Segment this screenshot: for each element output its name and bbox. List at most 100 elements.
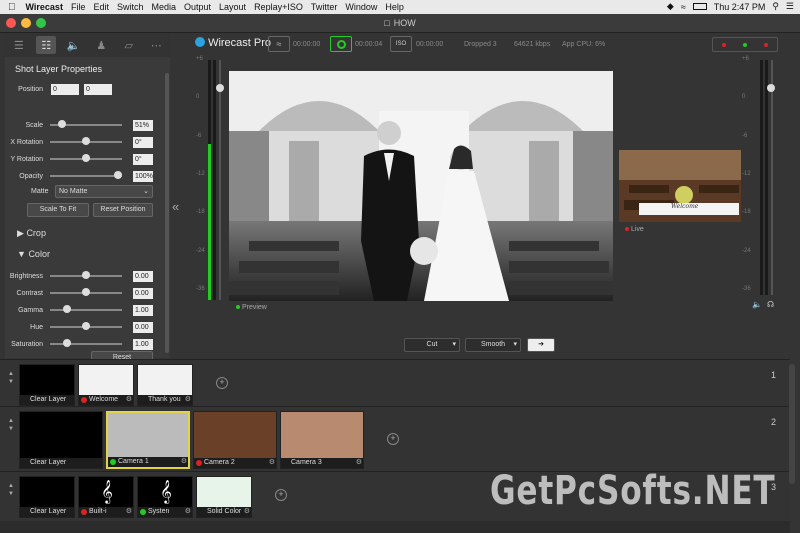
dropbox-icon[interactable]: ◆ [667,1,674,12]
slider-knob[interactable] [82,137,90,145]
color-section[interactable]: ▼ Color [17,249,50,259]
preview-volume-knob[interactable] [216,84,224,92]
cut-dropdown[interactable]: Cut ▾ [404,338,460,352]
slider-knob[interactable] [57,120,66,128]
matte-select[interactable]: No Matte ⌄ [55,185,153,198]
property-slider[interactable] [50,339,122,347]
shot-thumbnail[interactable]: 𝄞 Built-i ⚙ [78,476,134,518]
gear-icon[interactable]: ⚙ [269,458,275,468]
search-icon[interactable]: ⚲ [772,1,779,12]
menu-edit[interactable]: Edit [93,2,109,12]
transform-icon[interactable]: ▱ [119,36,139,54]
status-indicators[interactable] [712,37,778,52]
headphones-icon[interactable]: ☊ [767,300,774,309]
shot-thumbnail[interactable]: Camera 2 ⚙ [193,411,277,469]
property-slider[interactable] [50,120,122,128]
preview-monitor[interactable] [229,71,613,301]
speaker-icon[interactable]: 🔈 [752,300,762,309]
property-slider[interactable] [50,322,122,330]
shot-thumbnail[interactable]: Thank you ⚙ [137,364,193,406]
record-button[interactable] [330,36,352,52]
battery-icon[interactable] [692,3,707,10]
panel-scrollbar[interactable] [165,73,169,353]
menu-media[interactable]: Media [151,2,176,12]
person-icon[interactable]: ♟ [91,36,111,54]
menu-output[interactable]: Output [184,2,211,12]
crop-section[interactable]: ▶ Crop [17,228,46,239]
add-shot-button[interactable]: + [275,489,287,501]
layers-scrollbar[interactable] [789,364,795,484]
menu-app-name[interactable]: Wirecast [26,2,63,12]
slider-knob[interactable] [82,154,90,162]
property-value-field[interactable]: 0.00 [133,271,153,282]
property-value-field[interactable]: 51% [133,120,153,131]
property-slider[interactable] [50,288,122,296]
close-window-button[interactable] [6,18,16,28]
property-slider[interactable] [50,271,122,279]
property-value-field[interactable]: 1.00 [133,305,153,316]
add-shot-button[interactable]: + [387,433,399,445]
live-monitor[interactable]: Welcome [619,150,741,222]
menu-twitter[interactable]: Twitter [311,2,338,12]
position-x-field[interactable]: 0 [51,84,79,95]
slider-knob[interactable] [82,271,90,279]
property-value-field[interactable]: 0° [133,154,153,165]
slider-knob[interactable] [82,322,90,330]
menu-list-icon[interactable]: ☰ [786,1,794,12]
preview-volume-slider[interactable] [219,60,221,300]
property-slider[interactable] [50,305,122,313]
shot-thumbnail[interactable]: Solid Color ⚙ [196,476,252,518]
menu-help[interactable]: Help [385,2,404,12]
stream-button[interactable]: ≈ [268,36,290,52]
property-slider[interactable] [50,171,122,179]
slider-knob[interactable] [114,171,122,179]
add-shot-button[interactable]: + [216,377,228,389]
layer-reorder-icon[interactable]: ▲ ▼ [8,417,14,433]
property-value-field[interactable]: 0° [133,137,153,148]
property-value-field[interactable]: 100% [133,171,153,182]
gear-icon[interactable]: ⚙ [181,457,187,467]
shot-thumbnail[interactable]: Welcome ⚙ [78,364,134,406]
shot-thumbnail[interactable]: Camera 1 ⚙ [106,411,190,469]
gear-icon[interactable]: ⚙ [185,395,191,405]
property-value-field[interactable]: 0.00 [133,322,153,333]
wifi-icon[interactable]: ≈ [681,2,686,12]
slider-knob[interactable] [62,339,71,347]
layer-reorder-icon[interactable]: ▲ ▼ [8,370,14,386]
property-value-field[interactable]: 0.00 [133,288,153,299]
shot-thumbnail[interactable]: 𝄞 Systen ⚙ [137,476,193,518]
shot-thumbnail[interactable]: Clear Layer [19,364,75,406]
menu-window[interactable]: Window [345,2,377,12]
shot-thumbnail[interactable]: Camera 3 ⚙ [280,411,364,469]
property-slider[interactable] [50,154,122,162]
shot-thumbnail[interactable]: Clear Layer [19,411,103,469]
gear-icon[interactable]: ⚙ [356,458,362,468]
gear-icon[interactable]: ⚙ [126,395,132,405]
go-button[interactable]: ➔ [527,338,555,352]
property-slider[interactable] [50,137,122,145]
shot-thumbnail[interactable]: Clear Layer [19,476,75,518]
apple-icon[interactable]:  [8,2,16,13]
smooth-dropdown[interactable]: Smooth ▾ [465,338,521,352]
gear-icon[interactable]: ⚙ [185,507,191,517]
layer-reorder-icon[interactable]: ▲ ▼ [8,482,14,498]
layers-icon[interactable]: ☰ [9,36,29,54]
clock[interactable]: Thu 2:47 PM [714,2,766,12]
reset-position-button[interactable]: Reset Position [93,203,153,217]
menu-replay-iso[interactable]: Replay+ISO [254,2,303,12]
gear-icon[interactable]: ⚙ [244,507,250,517]
menu-file[interactable]: File [71,2,86,12]
audio-icon[interactable]: 🔈 [64,36,84,54]
zoom-window-button[interactable] [36,18,46,28]
slider-knob[interactable] [62,305,71,313]
live-volume-slider[interactable] [771,60,773,295]
menu-switch[interactable]: Switch [117,2,144,12]
more-icon[interactable]: ⋯ [146,36,166,54]
menu-layout[interactable]: Layout [219,2,246,12]
gear-icon[interactable]: ⚙ [126,507,132,517]
collapse-panel-icon[interactable]: « [172,199,179,214]
sliders-icon[interactable]: ☷ [36,36,57,54]
scale-to-fit-button[interactable]: Scale To Fit [27,203,89,217]
slider-knob[interactable] [82,288,90,296]
minimize-window-button[interactable] [21,18,31,28]
